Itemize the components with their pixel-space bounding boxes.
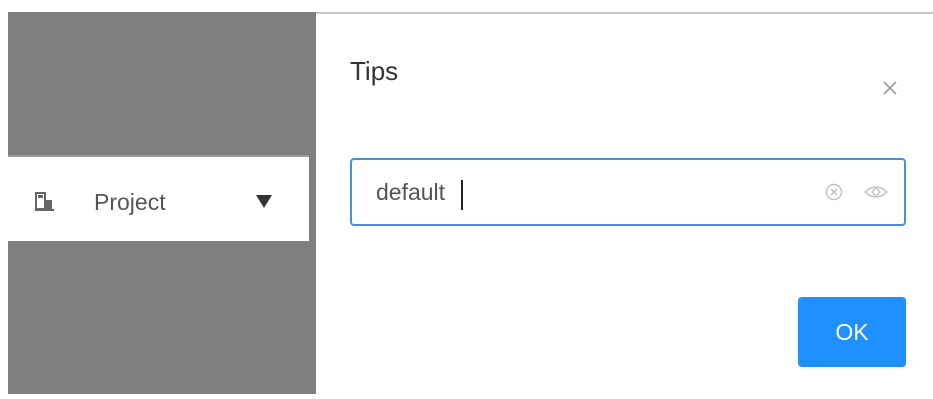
- close-icon[interactable]: [880, 78, 900, 98]
- modal-overlay-gap[interactable]: [309, 12, 316, 394]
- password-input-wrapper[interactable]: [350, 158, 906, 226]
- password-input[interactable]: [376, 174, 796, 210]
- project-icon: [35, 192, 54, 211]
- ok-button[interactable]: OK: [798, 297, 906, 367]
- project-label: Project: [94, 189, 166, 215]
- top-strip: [0, 0, 933, 12]
- project-menu-item[interactable]: Project: [8, 155, 309, 241]
- clear-circle-icon[interactable]: [824, 182, 844, 202]
- caret-down-icon[interactable]: [256, 195, 272, 208]
- text-cursor: [461, 180, 463, 210]
- eye-icon[interactable]: [863, 183, 889, 201]
- tips-dialog: Tips OK: [316, 14, 933, 399]
- dialog-title: Tips: [350, 56, 399, 86]
- screen: Project Tips OK: [0, 0, 933, 399]
